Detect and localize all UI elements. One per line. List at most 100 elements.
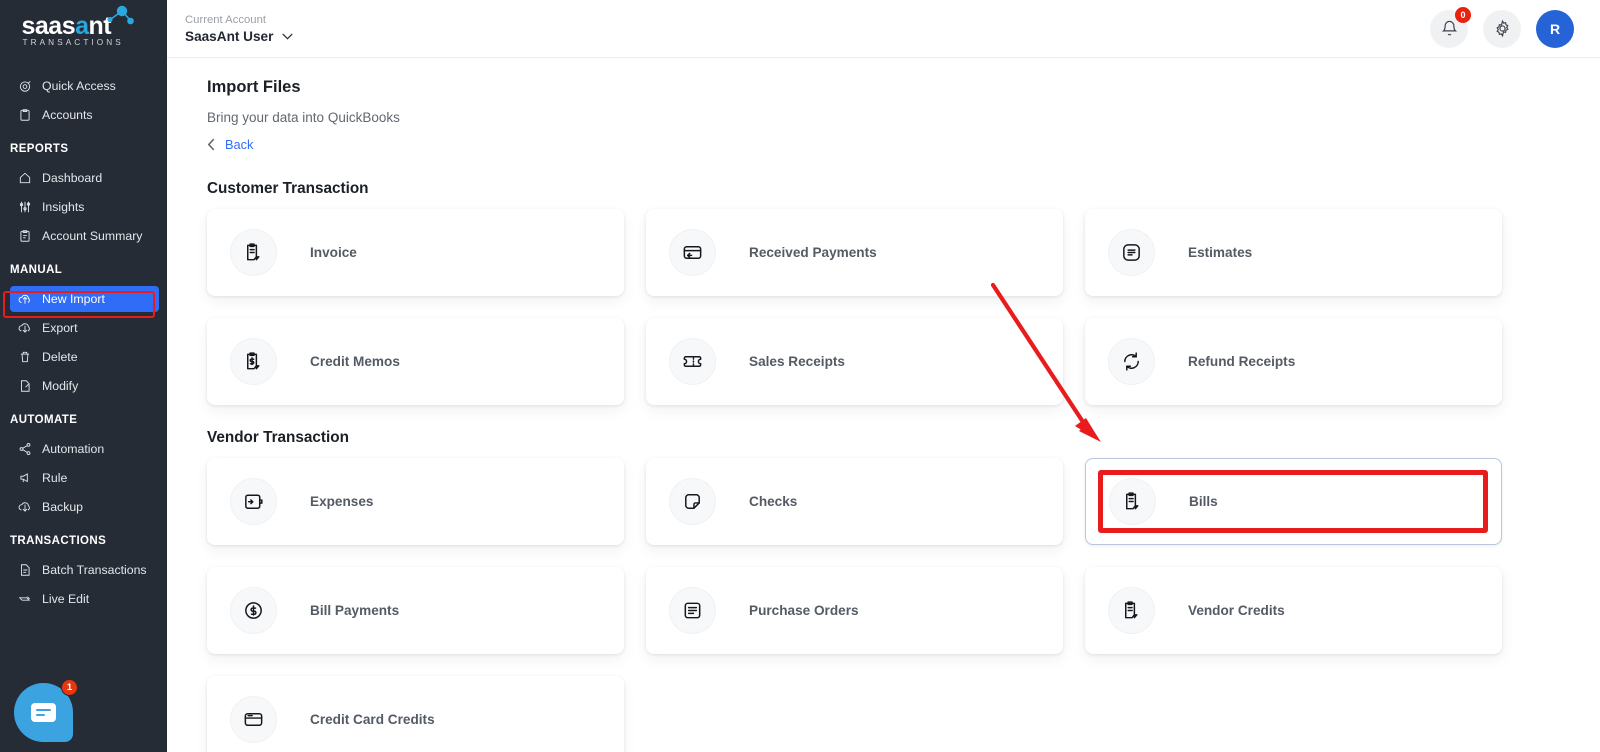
- page-title: Import Files: [207, 78, 301, 96]
- sidebar-group-transactions: TRANSACTIONS: [10, 535, 107, 547]
- sidebar-item-modify[interactable]: Modify: [10, 373, 159, 399]
- card-label: Estimates: [1188, 245, 1253, 260]
- clipboard-doc-icon: [1109, 478, 1156, 525]
- card-bill-payments[interactable]: Bill Payments: [207, 567, 624, 654]
- clipboard-icon: [17, 108, 32, 123]
- sidebar-item-label: Automation: [42, 442, 105, 456]
- card-expenses[interactable]: Expenses: [207, 458, 624, 545]
- sidebar-item-label: Accounts: [42, 108, 93, 122]
- sliders-icon: [17, 200, 32, 215]
- clipboard-list-icon: [17, 229, 32, 244]
- doc-lines-square-icon: [669, 587, 716, 634]
- page-header: Import Files Bring your data into QuickB…: [167, 78, 1600, 156]
- card-label: Expenses: [310, 494, 374, 509]
- card-credit-card-credits[interactable]: Credit Card Credits: [207, 676, 624, 752]
- page-subtitle: Bring your data into QuickBooks: [207, 110, 400, 125]
- target-icon: [17, 79, 32, 94]
- card-credit-memos[interactable]: Credit Memos: [207, 318, 624, 405]
- sidebar-group-reports: REPORTS: [10, 143, 69, 155]
- topbar-actions: 0 R: [1430, 6, 1574, 48]
- sidebar-item-insights[interactable]: Insights: [10, 194, 159, 220]
- sidebar-item-label: Quick Access: [42, 79, 116, 93]
- page-content: Import Files Bring your data into QuickB…: [167, 58, 1600, 752]
- sidebar-item-backup[interactable]: Backup: [10, 494, 159, 520]
- notifications-button[interactable]: 0: [1430, 6, 1471, 48]
- card-label: Bills: [1189, 494, 1218, 509]
- notification-count-badge: 0: [1455, 6, 1471, 23]
- current-account-label: Current Account: [185, 13, 267, 26]
- wallet-arrow-icon: [230, 478, 277, 525]
- chevron-left-icon: [207, 138, 215, 151]
- card-bills[interactable]: Bills: [1085, 458, 1502, 545]
- molecule-icon: [106, 5, 134, 25]
- refresh-icon: [1108, 338, 1155, 385]
- card-label: Sales Receipts: [749, 354, 845, 369]
- ticket-icon: [669, 338, 716, 385]
- top-bar: Current Account SaasAnt User 0 R: [167, 0, 1600, 58]
- clipboard-doc-icon: [230, 229, 277, 276]
- sidebar-item-dashboard[interactable]: Dashboard: [10, 165, 159, 191]
- card-label: Checks: [749, 494, 798, 509]
- card-estimates[interactable]: Estimates: [1085, 209, 1502, 296]
- gear-icon: [1495, 19, 1509, 38]
- sidebar-item-label: Dashboard: [42, 171, 103, 185]
- annotation-box-bills: [1098, 470, 1488, 533]
- customer-transaction-grid: Invoice Received Payments Estimates Cred…: [167, 209, 1600, 405]
- card-vendor-credits[interactable]: Vendor Credits: [1085, 567, 1502, 654]
- sidebar-item-delete[interactable]: Delete: [10, 344, 159, 370]
- card-label: Received Payments: [749, 245, 877, 260]
- sidebar-item-live-edit[interactable]: Live Edit: [10, 586, 159, 612]
- sidebar-item-label: Live Edit: [42, 592, 90, 606]
- sidebar-item-label: Batch Transactions: [42, 563, 147, 577]
- back-button[interactable]: Back: [207, 137, 253, 152]
- card-label: Invoice: [310, 245, 357, 260]
- clipboard-dollar-icon: [230, 338, 277, 385]
- sidebar-item-account-summary[interactable]: Account Summary: [10, 223, 159, 249]
- sidebar-item-label: Insights: [42, 200, 85, 214]
- card-label: Refund Receipts: [1188, 354, 1296, 369]
- upload-cloud-icon: [17, 292, 32, 307]
- file-lines-icon: [17, 563, 32, 578]
- sidebar-item-automation[interactable]: Automation: [10, 436, 159, 462]
- sidebar-item-label: Modify: [42, 379, 79, 393]
- card-checks[interactable]: Checks: [646, 458, 1063, 545]
- chevron-down-icon: [282, 33, 293, 40]
- download-cloud-icon: [17, 321, 32, 336]
- card-label: Vendor Credits: [1188, 603, 1285, 618]
- credit-card-icon: [230, 696, 277, 743]
- settings-button[interactable]: [1483, 9, 1521, 48]
- chat-widget-button[interactable]: 1: [14, 679, 78, 742]
- sidebar-item-label: Backup: [42, 500, 84, 514]
- megaphone-icon: [17, 471, 32, 486]
- file-edit-icon: [17, 379, 32, 394]
- logo-tagline: TRANSACTIONS: [22, 38, 124, 47]
- sidebar-item-new-import[interactable]: New Import: [10, 286, 159, 312]
- user-avatar[interactable]: R: [1536, 9, 1574, 48]
- card-refund-receipts[interactable]: Refund Receipts: [1085, 318, 1502, 405]
- sidebar-item-accounts[interactable]: Accounts: [10, 102, 159, 128]
- dollar-circle-icon: [230, 587, 277, 634]
- sidebar-item-rule[interactable]: Rule: [10, 465, 159, 491]
- section-title: Customer Transaction: [207, 180, 369, 197]
- trash-icon: [17, 350, 32, 365]
- sidebar-item-quick-access[interactable]: Quick Access: [10, 73, 159, 99]
- sidebar-nav: Quick Access Accounts REPORTS Dashboard: [0, 58, 167, 612]
- sidebar-item-label: Account Summary: [42, 229, 143, 243]
- section-vendor-transaction: Vendor Transaction Expenses Checks Bills…: [167, 429, 1600, 752]
- sidebar-item-batch-transactions[interactable]: Batch Transactions: [10, 557, 159, 583]
- card-received-payments[interactable]: Received Payments: [646, 209, 1063, 296]
- logo-text: saasant: [21, 12, 112, 40]
- sidebar-item-label: Export: [42, 321, 78, 335]
- card-sales-receipts[interactable]: Sales Receipts: [646, 318, 1063, 405]
- doc-lines-rounded-icon: [1108, 229, 1155, 276]
- account-switcher[interactable]: Current Account SaasAnt User: [185, 13, 293, 45]
- card-purchase-orders[interactable]: Purchase Orders: [646, 567, 1063, 654]
- pencil-note-icon: [17, 592, 32, 607]
- sidebar-item-export[interactable]: Export: [10, 315, 159, 341]
- clipboard-doc-icon: [1108, 587, 1155, 634]
- card-invoice[interactable]: Invoice: [207, 209, 624, 296]
- section-title: Vendor Transaction: [207, 429, 349, 446]
- section-customer-transaction: Customer Transaction Invoice Received Pa…: [167, 180, 1600, 405]
- card-arrow-icon: [669, 229, 716, 276]
- note-corner-icon: [669, 478, 716, 525]
